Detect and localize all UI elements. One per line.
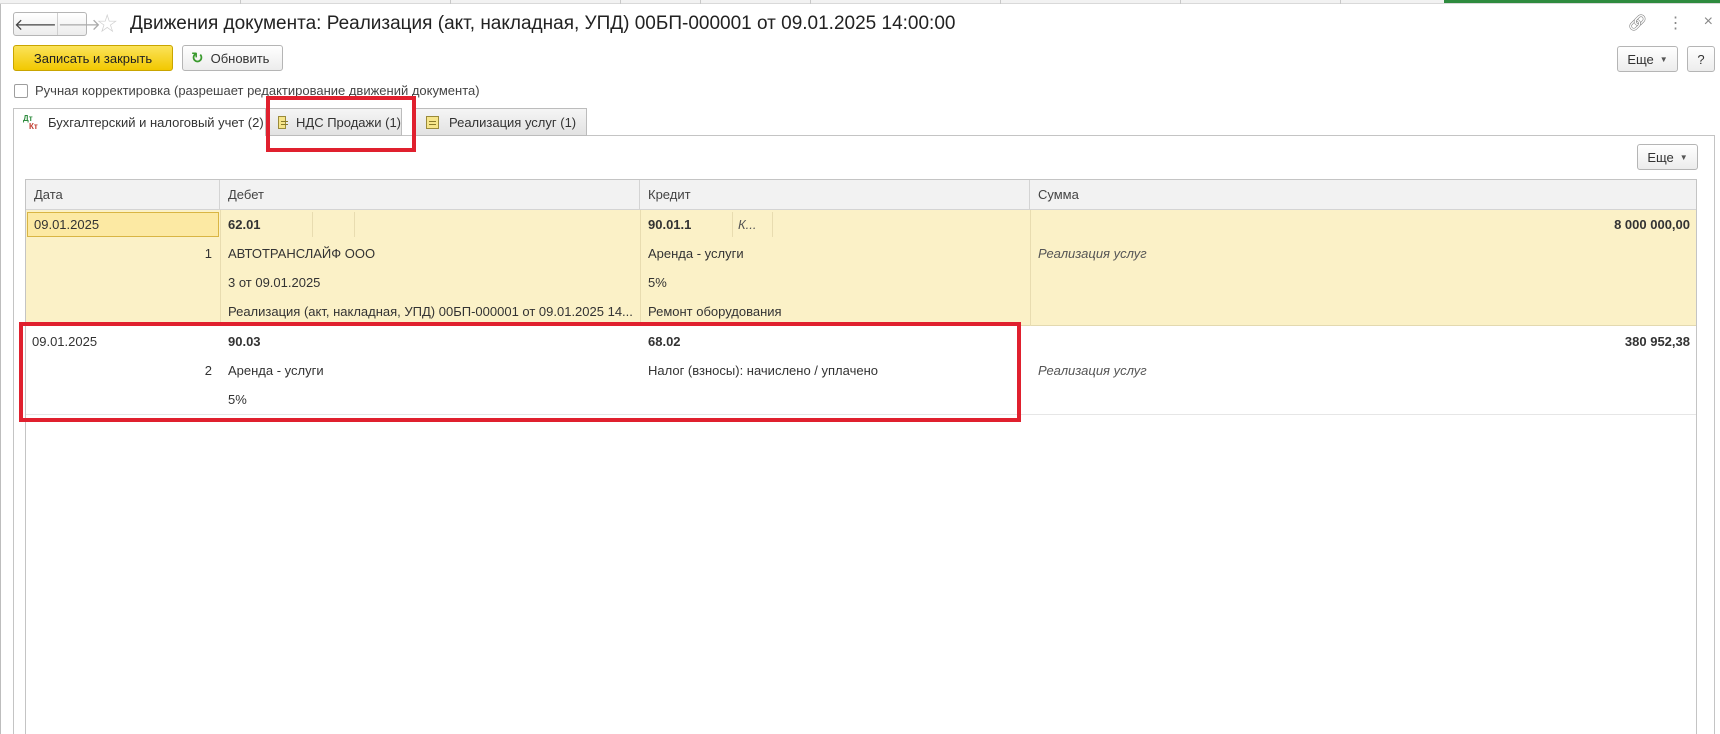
navigation-buttons: 🡐 🡒 [13,12,101,36]
annotation-highlight-tab [266,96,416,152]
dt-kt-icon: Дт Кт [23,113,38,131]
column-header-credit[interactable]: Кредит [640,180,1030,210]
tab-label: Реализация услуг (1) [449,114,577,130]
tab-services-sales[interactable]: Реализация услуг (1) [415,108,587,136]
column-header-amount[interactable]: Сумма [1030,180,1696,210]
cell-credit-account[interactable]: 90.01.1 [648,210,728,239]
top-window-strip [0,0,1720,4]
cell-amount[interactable]: 8 000 000,00 [1030,210,1690,239]
window-left-border [0,4,1,734]
refresh-icon: ↻ [191,50,204,67]
cell-credit-sub1[interactable]: Аренда - услуги [648,239,1018,268]
kebab-menu-icon[interactable]: ⋮ [1668,13,1684,33]
star-icon[interactable]: ☆ [96,9,118,39]
subcell-divider [772,212,773,237]
link-icon[interactable]: 🔗︎ [1627,13,1647,33]
strip-divider [450,0,451,4]
column-divider [220,210,221,326]
register-icon [426,115,439,129]
tab-accounting[interactable]: Дт Кт Бухгалтерский и налоговый учет (2) [13,108,266,136]
more-label: Еще [1627,51,1654,67]
active-window-indicator [1444,0,1720,3]
cell-amount[interactable]: 380 952,38 [1030,327,1690,356]
cell-content[interactable]: Реализация услуг [1038,239,1678,268]
arrow-left-icon[interactable]: 🡐 [14,13,57,35]
entries-table[interactable]: Дата Дебет Кредит Сумма 09.01.2025 1 62.… [25,179,1697,734]
table-row[interactable]: 09.01.2025 1 62.01 АВТОТРАНСЛАЙФ ООО 3 о… [26,210,1696,326]
subcell-divider [732,212,733,237]
chevron-down-icon: ▼ [1679,152,1688,162]
cell-content[interactable]: Реализация услуг [1038,356,1678,385]
strip-divider [810,0,811,4]
more-button[interactable]: Еще ▼ [1617,46,1678,72]
subcell-divider [312,212,313,237]
close-icon[interactable]: × [1704,13,1713,33]
chevron-down-icon: ▼ [1659,54,1668,64]
cell-debit-sub2[interactable]: 3 от 09.01.2025 [228,268,628,297]
strip-divider [1000,0,1001,4]
subcell-divider [354,212,355,237]
column-divider [640,210,641,326]
strip-divider [620,0,621,4]
refresh-label: Обновить [210,50,270,66]
title-bar: 🡐 🡒 ☆ Движения документа: Реализация (ак… [13,9,1713,39]
cell-number: 1 [204,246,212,261]
cell-debit-account[interactable]: 62.01 [228,210,328,239]
strip-divider [240,0,241,4]
help-button[interactable]: ? [1687,46,1715,72]
panel-more-button[interactable]: Еще ▼ [1637,144,1698,170]
annotation-highlight-row [19,322,1021,422]
strip-divider [1340,0,1341,4]
strip-divider [1180,0,1181,4]
more-label: Еще [1647,149,1674,165]
save-and-close-button[interactable]: Записать и закрыть [13,45,173,71]
arrow-right-icon[interactable]: 🡒 [56,13,101,35]
window-controls: 🔗︎ ⋮ × [1627,13,1713,33]
cell-debit-sub1[interactable]: АВТОТРАНСЛАЙФ ООО [228,239,628,268]
column-header-date[interactable]: Дата [26,180,220,210]
page-title: Движения документа: Реализация (акт, нак… [130,13,956,34]
tab-label: Бухгалтерский и налоговый учет (2) [48,115,264,130]
cell-credit-sub2[interactable]: 5% [648,268,1018,297]
cell-credit-extra[interactable]: К... [738,210,768,239]
table-header: Дата Дебет Кредит Сумма [26,180,1696,210]
cell-date[interactable]: 09.01.2025 [27,212,219,237]
column-header-debit[interactable]: Дебет [220,180,640,210]
manual-correction-checkbox[interactable] [14,84,28,98]
refresh-button[interactable]: ↻ Обновить [182,45,283,71]
strip-divider [700,0,701,4]
